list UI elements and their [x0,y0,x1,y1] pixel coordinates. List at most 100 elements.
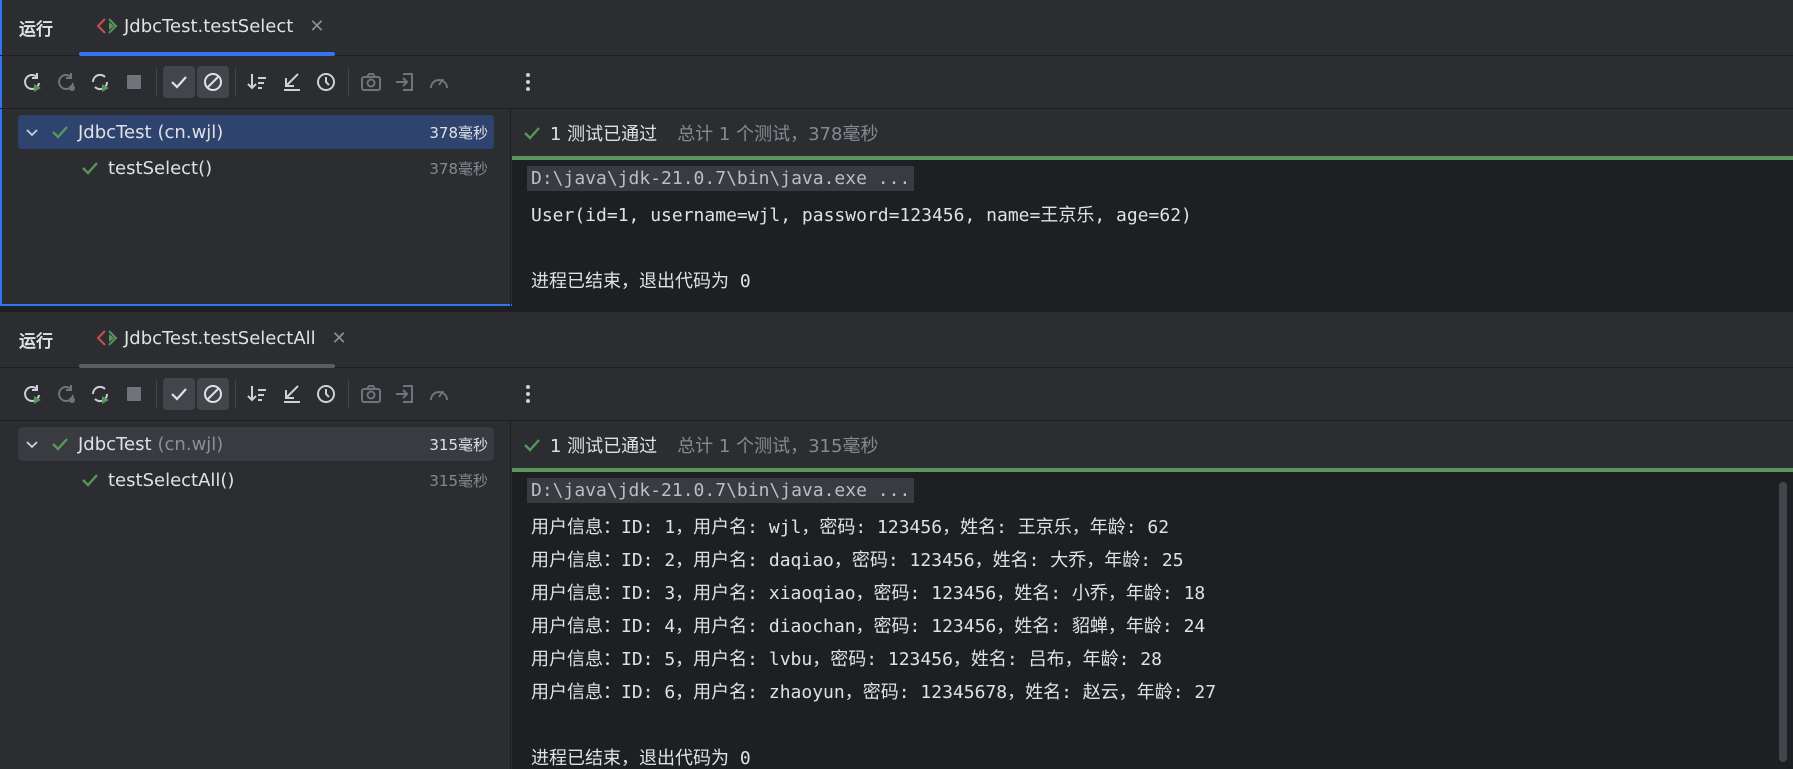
toolbar-separator [235,380,236,408]
rerun-failed-icon [58,73,75,91]
test-tree: JdbcTest (cn.wjl) 315毫秒 testSelectAll() … [0,421,511,769]
coverage-button[interactable] [423,378,455,410]
test-status-bar: 1 测试已通过 总计 1 个测试，378毫秒 [512,109,1793,156]
rerun-button[interactable] [16,378,48,410]
run-tab-bar: 运行 JdbcTest.testSelectAll ✕ [0,312,1793,368]
show-passed-button[interactable] [163,378,195,410]
auto-test-icon [91,73,109,92]
import-icon [396,73,413,91]
console-line: 用户信息：ID: 1，用户名: wjl，密码: 123456，姓名: 王京乐，年… [531,517,1170,538]
stop-button[interactable] [118,378,150,410]
stop-icon [127,75,141,89]
sort-button[interactable] [242,66,274,98]
test-passed-icon [52,438,68,451]
run-tab-bar: 运行 JdbcTest.testSelect ✕ [0,0,1793,56]
toggle-auto-test-button[interactable] [84,378,116,410]
java-command[interactable]: D:\java\jdk-21.0.7\bin\java.exe ... [527,166,915,191]
console-scrollbar[interactable] [1779,482,1787,762]
test-class-name: JdbcTest [78,121,152,143]
toggle-auto-test-button[interactable] [84,66,116,98]
rerun-failed-icon [58,385,75,403]
console-line: User(id=1, username=wjl, password=123456… [531,205,1192,226]
rerun-failed-button[interactable] [50,66,82,98]
test-history-button[interactable] [310,66,342,98]
test-class-name: JdbcTest [78,433,152,455]
console-line: D:\java\jdk-21.0.7\bin\java.exe ... [527,166,915,191]
rerun-failed-button[interactable] [50,378,82,410]
ignored-icon [204,73,222,91]
run-tab-test-select-all[interactable]: JdbcTest.testSelectAll ✕ [96,325,347,351]
tree-item-test-class[interactable]: JdbcTest (cn.wjl) 315毫秒 [18,427,494,461]
test-method-name: testSelect() [108,157,213,179]
auto-test-icon [91,385,109,404]
show-passed-button[interactable] [163,66,195,98]
tests-passed-label: 1 测试已通过 [550,435,658,457]
console-area: 1 测试已通过 总计 1 个测试，378毫秒 D:\java\jdk-21.0.… [512,109,1793,306]
test-duration: 315毫秒 [429,435,488,454]
more-options-button[interactable] [512,66,544,98]
process-exit-line: 进程已结束，退出代码为 0 [531,748,751,769]
test-duration: 315毫秒 [429,471,488,490]
checkmark-icon [171,76,187,89]
tree-item-test-class[interactable]: JdbcTest (cn.wjl) 378毫秒 [18,115,494,149]
stop-button[interactable] [118,66,150,98]
clock-icon [317,73,335,91]
show-ignored-button[interactable] [197,378,229,410]
run-tool-window-title: 运行 [19,20,53,40]
import-tests-button[interactable] [389,66,421,98]
test-class-package: (cn.wjl) [157,433,224,455]
toolbar-separator [348,380,349,408]
rerun-icon [24,385,41,404]
gauge-icon [430,390,448,401]
collapse-all-button[interactable] [276,378,308,410]
import-tests-button[interactable] [389,378,421,410]
test-status-bar: 1 测试已通过 总计 1 个测试，315毫秒 [512,421,1793,468]
test-duration: 378毫秒 [429,159,488,178]
camera-icon [361,385,381,403]
process-exit-line: 进程已结束，退出代码为 0 [531,271,751,292]
run-tab-test-select[interactable]: JdbcTest.testSelect ✕ [96,13,324,39]
chevron-down-icon[interactable] [24,436,40,452]
collapse-all-button[interactable] [276,66,308,98]
test-method-name: testSelectAll() [108,469,235,491]
toolbar-separator [235,68,236,96]
clock-icon [317,385,335,403]
import-icon [396,385,413,403]
rerun-button[interactable] [16,66,48,98]
tree-item-test-method[interactable]: testSelectAll() 315毫秒 [18,463,494,497]
coverage-button[interactable] [423,66,455,98]
screenshot-button[interactable] [355,66,387,98]
tab-title: JdbcTest.testSelect [124,15,294,37]
console-output[interactable]: D:\java\jdk-21.0.7\bin\java.exe ... 用户信息… [512,472,1793,769]
rerun-icon [24,73,41,92]
toolbar-separator [348,68,349,96]
collapse-icon [284,73,300,91]
console-line: 用户信息：ID: 4，用户名: diaochan，密码: 123456，姓名: … [531,616,1206,637]
tab-title: JdbcTest.testSelectAll [124,327,316,349]
run-panel-test-select: 运行 JdbcTest.testSelect ✕ JdbcTest (cn.wj… [0,0,1793,306]
tree-item-test-method[interactable]: testSelect() 378毫秒 [18,151,494,185]
show-ignored-button[interactable] [197,66,229,98]
console-output[interactable]: D:\java\jdk-21.0.7\bin\java.exe ... User… [512,160,1793,306]
sort-icon [247,74,266,90]
close-icon[interactable]: ✕ [332,328,347,349]
chevron-down-icon[interactable] [24,124,40,140]
test-class-package: (cn.wjl) [157,121,224,143]
more-vertical-icon [526,385,530,403]
tests-passed-label: 1 测试已通过 [550,123,658,145]
test-run-config-icon [96,330,118,346]
java-command[interactable]: D:\java\jdk-21.0.7\bin\java.exe ... [527,478,915,503]
toolbar-separator [156,68,157,96]
more-options-button[interactable] [512,378,544,410]
test-history-button[interactable] [310,378,342,410]
sort-button[interactable] [242,378,274,410]
test-passed-icon [82,162,98,175]
test-passed-icon [52,126,68,139]
more-vertical-icon [526,73,530,91]
screenshot-button[interactable] [355,378,387,410]
test-run-config-icon [96,18,118,34]
run-toolbar [0,56,1793,109]
console-line: 用户信息：ID: 5，用户名: lvbu，密码: 123456，姓名: 吕布，年… [531,649,1162,670]
console-line: 用户信息：ID: 2，用户名: daqiao，密码: 123456，姓名: 大乔… [531,550,1184,571]
close-icon[interactable]: ✕ [309,16,324,37]
